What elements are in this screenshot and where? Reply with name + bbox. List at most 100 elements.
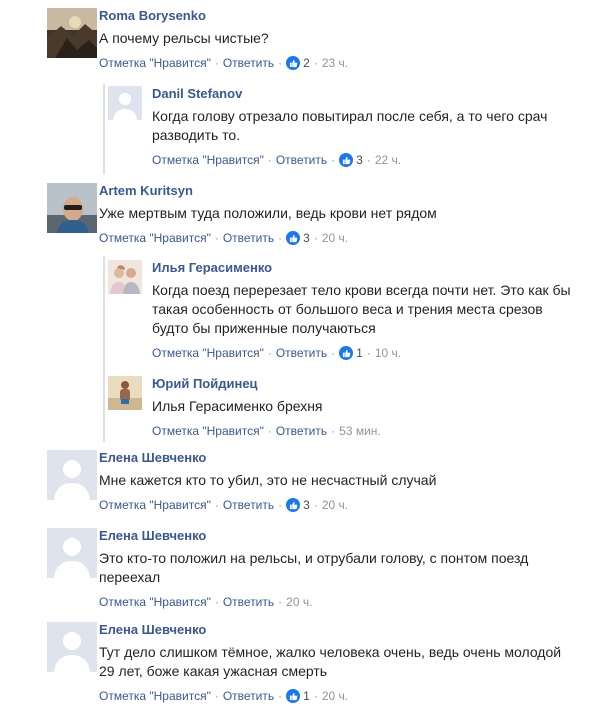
- avatar[interactable]: [47, 450, 97, 500]
- comment-author[interactable]: Елена Шевченко: [99, 528, 569, 544]
- timestamp[interactable]: 53 мин.: [339, 423, 381, 439]
- separator: ·: [331, 153, 336, 167]
- timestamp[interactable]: 20 ч.: [322, 230, 348, 246]
- default-avatar-icon: [108, 86, 142, 120]
- like-button[interactable]: Отметка "Нравится": [99, 594, 211, 610]
- like-count[interactable]: 3: [303, 497, 310, 513]
- reply-thread-line: [103, 84, 105, 174]
- comment: Елена Шевченко Это кто-то положил на рел…: [47, 528, 587, 614]
- thumbs-up-icon[interactable]: [339, 346, 354, 360]
- comment-author[interactable]: Danil Stefanov: [152, 86, 582, 102]
- reply-button[interactable]: Ответить: [223, 688, 274, 704]
- comment-actions: Отметка "Нравится" · Ответить · 3 · 20 ч…: [99, 230, 579, 246]
- landscape-photo-icon: [47, 8, 97, 58]
- default-avatar-icon: [47, 622, 97, 672]
- man-sunglasses-photo-icon: [47, 183, 97, 233]
- separator: ·: [313, 56, 318, 70]
- comment-actions: Отметка "Нравится" · Ответить · 3 · 22 ч…: [152, 152, 582, 168]
- reply-button[interactable]: Ответить: [223, 230, 274, 246]
- comment-author[interactable]: Елена Шевченко: [99, 622, 574, 638]
- comment: Елена Шевченко Тут дело слишком тёмное, …: [47, 622, 587, 712]
- like-count[interactable]: 3: [303, 230, 310, 246]
- separator: ·: [278, 231, 283, 245]
- reply-button[interactable]: Ответить: [276, 345, 327, 361]
- timestamp[interactable]: 20 ч.: [286, 594, 312, 610]
- avatar[interactable]: [108, 376, 142, 410]
- two-people-photo-icon: [108, 260, 142, 294]
- thumbs-up-icon[interactable]: [286, 56, 301, 70]
- comment-text: Тут дело слишком тёмное, жалко человека …: [99, 644, 562, 679]
- beach-person-photo-icon: [108, 376, 142, 410]
- thumbs-up-icon[interactable]: [339, 153, 354, 167]
- like-button[interactable]: Отметка "Нравится": [152, 345, 264, 361]
- avatar[interactable]: [47, 528, 97, 578]
- like-button[interactable]: Отметка "Нравится": [152, 152, 264, 168]
- comment-text: Уже мертвым туда положили, ведь крови не…: [99, 205, 437, 221]
- timestamp[interactable]: 20 ч.: [322, 497, 348, 513]
- separator: ·: [313, 498, 318, 512]
- separator: ·: [214, 689, 219, 703]
- comment-text: Когда голову отрезало повытирал после се…: [152, 108, 548, 143]
- comment-text: Это кто-то положил на рельсы, и отрубали…: [99, 550, 529, 585]
- reply-comment: Илья Герасименко Когда поезд перерезает …: [108, 260, 588, 368]
- comment-actions: Отметка "Нравится" · Ответить · 53 мин.: [152, 423, 582, 439]
- like-count[interactable]: 2: [303, 55, 310, 71]
- separator: ·: [313, 231, 318, 245]
- separator: ·: [278, 498, 283, 512]
- separator: ·: [267, 346, 272, 360]
- reply-comment: Юрий Пойдинец Илья Герасименко брехня От…: [108, 376, 588, 442]
- reply-comment: Danil Stefanov Когда голову отрезало пов…: [108, 86, 588, 176]
- thumbs-up-icon[interactable]: [286, 689, 301, 703]
- separator: ·: [278, 689, 283, 703]
- separator: ·: [267, 153, 272, 167]
- separator: ·: [278, 595, 283, 609]
- comment-text: Мне кажется кто то убил, это не несчастн…: [99, 472, 437, 488]
- separator: ·: [267, 424, 272, 438]
- reply-button[interactable]: Ответить: [223, 55, 274, 71]
- like-button[interactable]: Отметка "Нравится": [99, 55, 211, 71]
- comment-author[interactable]: Roma Borysenko: [99, 8, 579, 24]
- timestamp[interactable]: 23 ч.: [322, 55, 348, 71]
- separator: ·: [366, 346, 371, 360]
- like-button[interactable]: Отметка "Нравится": [99, 688, 211, 704]
- thumbs-up-icon[interactable]: [286, 231, 301, 245]
- avatar[interactable]: [47, 8, 97, 58]
- separator: ·: [331, 424, 336, 438]
- timestamp[interactable]: 10 ч.: [375, 345, 401, 361]
- timestamp[interactable]: 22 ч.: [375, 152, 401, 168]
- comment: Artem Kuritsyn Уже мертвым туда положили…: [47, 183, 587, 248]
- reply-button[interactable]: Ответить: [223, 594, 274, 610]
- reply-button[interactable]: Ответить: [223, 497, 274, 513]
- separator: ·: [214, 595, 219, 609]
- like-count[interactable]: 3: [356, 152, 363, 168]
- avatar[interactable]: [47, 622, 97, 672]
- thumbs-up-icon[interactable]: [286, 498, 301, 512]
- like-button[interactable]: Отметка "Нравится": [152, 423, 264, 439]
- avatar[interactable]: [108, 260, 142, 294]
- comment-actions: Отметка "Нравится" · Ответить · 1 · 10 ч…: [152, 345, 582, 361]
- comment-author[interactable]: Artem Kuritsyn: [99, 183, 579, 199]
- separator: ·: [331, 346, 336, 360]
- comment: Елена Шевченко Мне кажется кто то убил, …: [47, 450, 587, 520]
- comment-text: Когда поезд перерезает тело крови всегда…: [152, 282, 571, 336]
- like-button[interactable]: Отметка "Нравится": [99, 230, 211, 246]
- comment-actions: Отметка "Нравится" · Ответить · 3 · 20 ч…: [99, 497, 579, 513]
- reply-button[interactable]: Ответить: [276, 152, 327, 168]
- timestamp[interactable]: 20 ч.: [322, 688, 348, 704]
- like-count[interactable]: 1: [303, 688, 310, 704]
- separator: ·: [214, 231, 219, 245]
- separator: ·: [214, 498, 219, 512]
- comment-author[interactable]: Юрий Пойдинец: [152, 376, 582, 392]
- comment: Roma Borysenko А почему рельсы чистые? О…: [47, 8, 587, 78]
- reply-button[interactable]: Ответить: [276, 423, 327, 439]
- avatar[interactable]: [47, 183, 97, 233]
- avatar[interactable]: [108, 86, 142, 120]
- comment-author[interactable]: Илья Герасименко: [152, 260, 582, 276]
- comment-author[interactable]: Елена Шевченко: [99, 450, 579, 466]
- like-count[interactable]: 1: [356, 345, 363, 361]
- separator: ·: [214, 56, 219, 70]
- like-button[interactable]: Отметка "Нравится": [99, 497, 211, 513]
- comment-text: А почему рельсы чистые?: [99, 30, 269, 46]
- default-avatar-icon: [47, 450, 97, 500]
- comment-actions: Отметка "Нравится" · Ответить · 1 · 20 ч…: [99, 688, 574, 704]
